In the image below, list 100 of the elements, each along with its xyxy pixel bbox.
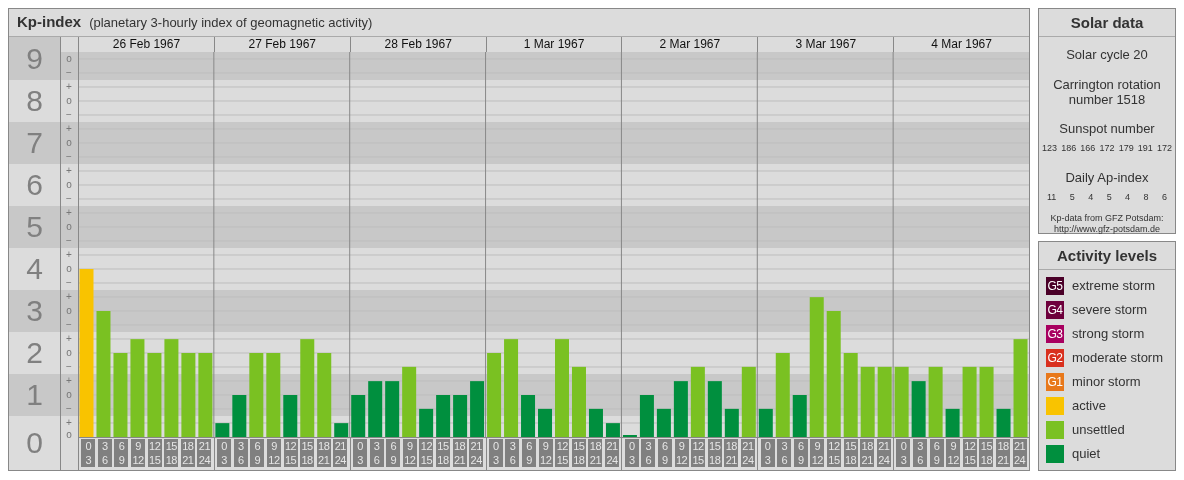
legend-label: severe storm <box>1072 301 1148 320</box>
sub-level-label: o <box>66 179 72 190</box>
legend-label: moderate storm <box>1072 349 1164 368</box>
kp-level-label: 9 <box>26 42 43 75</box>
hour-range-label: 3 6 <box>233 439 248 467</box>
storm-level-badge: G4 <box>1046 301 1064 319</box>
kp-bar <box>385 381 400 437</box>
kp-bar <box>962 366 977 437</box>
hour-range-label: 21 24 <box>197 439 212 467</box>
sub-level-label: + <box>66 81 72 92</box>
sub-level-label: − <box>66 319 72 330</box>
sub-level-label: o <box>66 53 72 64</box>
hour-range-label: 12 15 <box>962 439 977 467</box>
ap-value: 5 <box>1106 191 1112 204</box>
sub-level-label: + <box>66 333 72 344</box>
hour-range-label: 6 9 <box>657 439 672 467</box>
sub-level-label: o <box>66 429 72 440</box>
sunspot-value: 179 <box>1118 142 1134 155</box>
kp-level-label: 8 <box>26 85 43 117</box>
hour-range-label: 6 9 <box>386 439 401 467</box>
hour-range-label: 9 12 <box>538 439 553 467</box>
kp-bar <box>368 381 383 437</box>
sub-level-label: − <box>66 403 72 414</box>
sub-level-label: o <box>66 389 72 400</box>
ap-value: 4 <box>1088 191 1094 204</box>
kp-bar <box>605 423 620 437</box>
kp-bar <box>673 381 688 437</box>
hour-range-label: 9 12 <box>266 439 281 467</box>
chart-title: Kp-index <box>17 12 82 33</box>
hour-range-label: 6 9 <box>929 439 944 467</box>
sub-level-label: + <box>66 291 72 302</box>
storm-level-badge: G1 <box>1046 373 1064 391</box>
sub-level-label: − <box>66 277 72 288</box>
kp-bar <box>588 408 603 437</box>
legend-label: minor storm <box>1072 373 1141 392</box>
hour-range-label: 6 9 <box>793 439 808 467</box>
hour-range-label: 12 15 <box>691 439 706 467</box>
ap-value: 6 <box>1161 191 1167 204</box>
kp-bar <box>707 381 722 437</box>
hour-range-label: 18 21 <box>452 439 467 467</box>
hour-range-label: 15 18 <box>300 439 315 467</box>
kp-level-label: 2 <box>26 337 43 369</box>
sub-level-label: − <box>66 361 72 372</box>
kp-bar <box>232 395 247 437</box>
hour-range-label: 15 18 <box>571 439 586 467</box>
hour-range-label: 3 6 <box>97 439 112 467</box>
kp-bar <box>741 366 756 437</box>
hour-range-label: 18 21 <box>996 439 1010 467</box>
kp-bar <box>538 408 552 437</box>
kp-level-label: 4 <box>26 253 43 285</box>
kp-bar <box>639 395 654 437</box>
kp-bar <box>758 408 773 437</box>
sub-level-label: + <box>66 249 72 260</box>
kp-level-label: 5 <box>26 211 43 243</box>
legend-label: unsettled <box>1072 421 1125 440</box>
kp-level-label: 6 <box>26 169 43 201</box>
kp-bar <box>911 381 926 437</box>
legend-label: strong storm <box>1072 325 1145 344</box>
storm-level-badge: G2 <box>1046 349 1064 367</box>
hour-range-label: 0 3 <box>217 439 232 467</box>
sub-level-label: − <box>66 151 72 162</box>
sunspot-value: 172 <box>1099 142 1115 155</box>
sub-level-label: − <box>66 67 72 78</box>
sub-level-label: + <box>66 123 72 134</box>
kp-bar <box>521 395 536 437</box>
kp-bar <box>979 366 994 437</box>
sub-level-label: o <box>66 221 72 232</box>
hour-range-label: 21 24 <box>469 439 484 467</box>
kp-bar <box>724 408 739 437</box>
sub-level-label: o <box>66 347 72 358</box>
hour-range-label: 21 24 <box>740 439 755 467</box>
hour-range-label: 18 21 <box>724 439 739 467</box>
kp-bar <box>894 366 909 437</box>
hour-range-label: 12 15 <box>826 439 841 467</box>
kp-bar <box>690 366 705 437</box>
sunspot-value: 172 <box>1156 142 1172 155</box>
ap-index-label: Daily Ap-index <box>1065 168 1149 187</box>
hour-range-label: 18 21 <box>316 439 331 467</box>
legend-label: extreme storm <box>1072 277 1156 296</box>
sunspot-value: 123 <box>1042 142 1058 155</box>
sub-level-label: − <box>66 235 72 246</box>
kp-bar <box>572 366 586 437</box>
sunspot-value: 191 <box>1137 142 1153 155</box>
hour-range-label: 21 24 <box>876 439 891 467</box>
kp-bar <box>996 408 1011 437</box>
panel-title: Solar data <box>1039 9 1175 37</box>
hour-range-label: 18 21 <box>588 439 603 467</box>
kp-bar <box>419 408 434 437</box>
hour-range-label: 6 9 <box>522 439 537 467</box>
kp-bar <box>928 366 943 437</box>
hour-range-label: 3 6 <box>777 439 792 467</box>
kp-level-label: 7 <box>26 127 43 159</box>
sub-level-label: − <box>66 193 72 204</box>
kp-bar <box>945 408 960 437</box>
legend-label: active <box>1072 397 1106 416</box>
kp-level-label: 0 <box>26 427 43 459</box>
storm-level-badge: G3 <box>1046 325 1064 343</box>
hour-range-label: 6 9 <box>250 439 265 467</box>
kp-bar <box>351 395 366 437</box>
data-source: Kp-data from GFZ Potsdam: http://www.gfz-potsdam.de <box>1050 212 1164 235</box>
